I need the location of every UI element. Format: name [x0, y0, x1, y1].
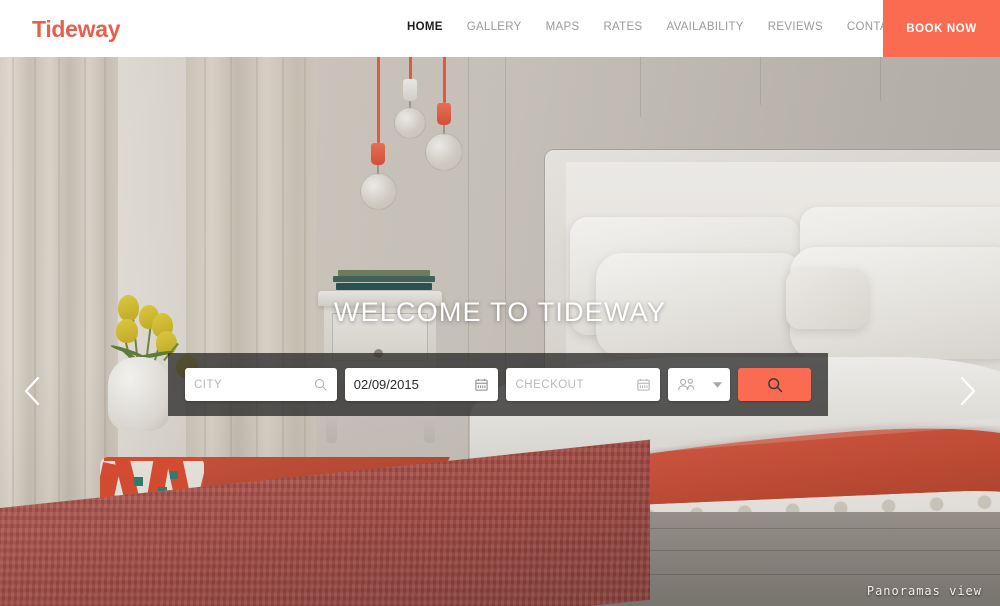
wall-panel-line	[640, 57, 641, 117]
image-watermark: Panoramas view	[866, 584, 982, 598]
site-logo[interactable]: Tideway	[32, 16, 121, 43]
pendant-cord	[377, 57, 380, 143]
pendant-socket	[371, 143, 385, 165]
nav-item-home[interactable]: HOME	[395, 21, 455, 33]
carousel-next-button[interactable]	[948, 373, 988, 413]
city-input[interactable]: CITY	[185, 368, 337, 401]
booking-search-panel: CITY 02/09/2015 CHECKOUT	[168, 353, 828, 416]
pendant-socket	[403, 79, 417, 101]
carousel-prev-button[interactable]	[12, 373, 52, 413]
site-header: Tideway HOME GALLERY MAPS RATES AVAILABILITY…	[0, 0, 1000, 57]
chevron-right-icon	[957, 375, 979, 412]
pendant-bulb	[425, 133, 463, 171]
checkin-date-input[interactable]: 02/09/2015	[344, 368, 499, 401]
wall-panel-line	[760, 57, 761, 105]
checkout-date-input[interactable]: CHECKOUT	[506, 368, 661, 401]
chevron-left-icon	[21, 375, 43, 412]
book	[333, 276, 435, 282]
search-button[interactable]	[738, 368, 811, 401]
flower-vase	[108, 357, 170, 431]
checkin-date-value: 02/09/2015	[353, 377, 419, 392]
wall-panel-line	[880, 57, 881, 101]
nav-item-gallery[interactable]: GALLERY	[455, 21, 534, 33]
pendant-bulb	[394, 107, 426, 139]
pendant-socket	[437, 103, 451, 125]
city-input-placeholder: CITY	[194, 378, 223, 391]
nav-item-reviews[interactable]: REVIEWS	[756, 21, 835, 33]
search-icon	[766, 376, 784, 394]
calendar-icon[interactable]	[474, 377, 489, 392]
pendant-cord	[443, 57, 446, 103]
book-now-button[interactable]: BOOK NOW	[883, 0, 1000, 57]
book	[336, 283, 432, 290]
hero-slider: WELCOME TO TIDEWAY CITY 02/09/2015 CHECK…	[0, 57, 1000, 606]
guests-select[interactable]	[668, 368, 731, 401]
page-root: WELCOME TO TIDEWAY CITY 02/09/2015 CHECK…	[0, 0, 1000, 606]
book	[338, 270, 430, 276]
pendant-cord	[409, 57, 412, 79]
search-icon	[313, 377, 328, 392]
calendar-icon[interactable]	[636, 377, 651, 392]
main-navigation: HOME GALLERY MAPS RATES AVAILABILITY REVIEWS C…	[395, 21, 916, 33]
pendant-bulb	[360, 173, 397, 210]
hero-heading: WELCOME TO TIDEWAY	[333, 297, 667, 327]
nav-item-maps[interactable]: MAPS	[534, 21, 592, 33]
nav-item-rates[interactable]: RATES	[591, 21, 654, 33]
checkout-date-placeholder: CHECKOUT	[515, 378, 585, 391]
people-icon	[677, 377, 696, 392]
caret-down-icon[interactable]	[713, 381, 723, 388]
hero-background-photo	[0, 57, 1000, 606]
nav-item-availability[interactable]: AVAILABILITY	[654, 21, 755, 33]
